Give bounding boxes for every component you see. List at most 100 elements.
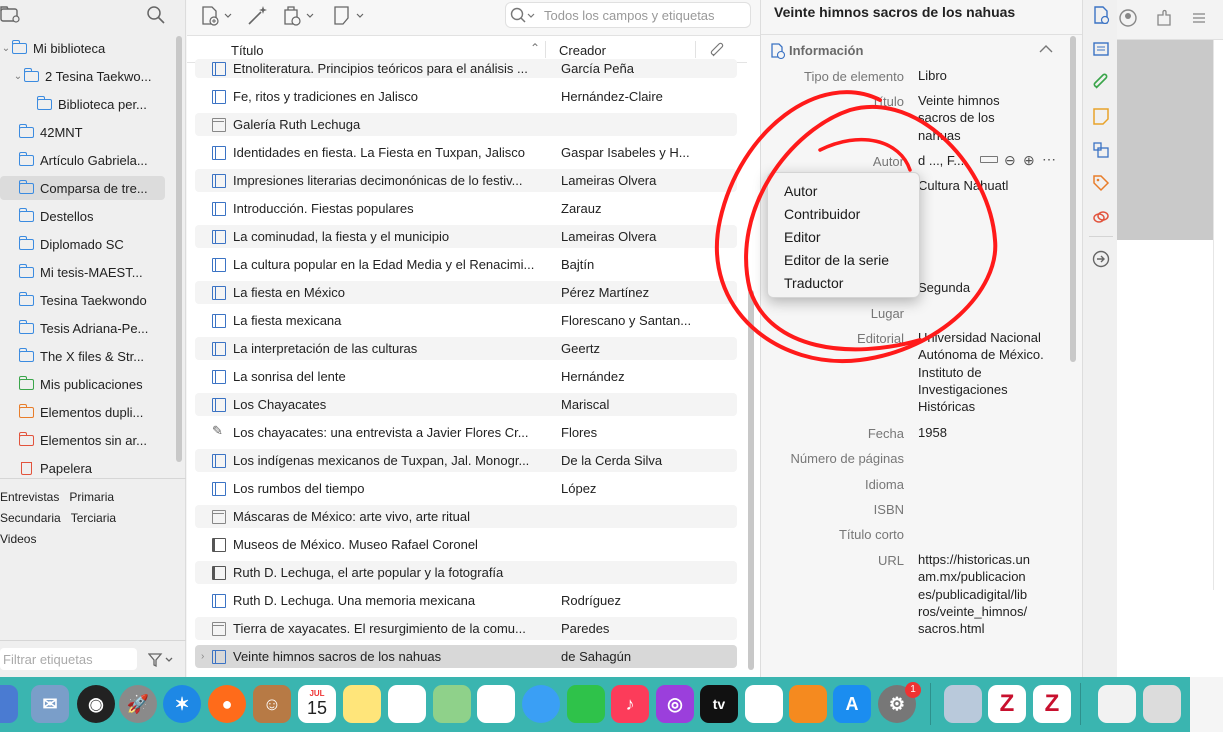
item-row[interactable]: Tierra de xayacates. El resurgimiento de…: [195, 617, 737, 640]
collection-item[interactable]: Biblioteca per...: [0, 92, 165, 116]
collection-item[interactable]: 42MNT: [0, 120, 165, 144]
collection-item[interactable]: Artículo Gabriela...: [0, 148, 165, 172]
reminders-icon[interactable]: [388, 685, 426, 723]
item-row[interactable]: Los Chayacates Mariscal: [195, 393, 737, 416]
trash-icon[interactable]: [1143, 685, 1181, 723]
item-row[interactable]: Galería Ruth Lechuga: [195, 113, 737, 136]
item-row[interactable]: Veinte himnos sacros de los nahuas de Sah…: [195, 645, 737, 668]
podcasts-icon[interactable]: ◎: [656, 685, 694, 723]
date-value[interactable]: 1958: [918, 424, 1058, 441]
filter-icon[interactable]: [148, 652, 174, 668]
item-row[interactable]: Los rumbos del tiempo López: [195, 477, 737, 500]
siri-icon[interactable]: ◉: [77, 685, 115, 723]
locate-icon[interactable]: [1092, 250, 1110, 268]
expand-chevron-icon[interactable]: ⌄: [0, 43, 12, 54]
notes-app-icon[interactable]: [343, 685, 381, 723]
add-attachment-icon[interactable]: [283, 6, 317, 26]
collection-item[interactable]: Papelera: [0, 456, 165, 480]
tag[interactable]: Terciaria: [71, 511, 116, 525]
calendar-icon[interactable]: JUL 15: [298, 685, 336, 723]
info-icon[interactable]: [1092, 6, 1110, 24]
contacts-icon[interactable]: ☺: [253, 685, 291, 723]
zotero-icon[interactable]: Z: [988, 685, 1026, 723]
menu-icon[interactable]: [1191, 11, 1207, 25]
tag[interactable]: Entrevistas: [0, 490, 59, 504]
finder-icon[interactable]: [0, 685, 18, 723]
collection-item[interactable]: Elementos sin ar...: [0, 428, 165, 452]
photos-icon[interactable]: [477, 685, 515, 723]
item-row[interactable]: Impresiones literarias decimonónicas de …: [195, 169, 737, 192]
collection-item[interactable]: Diplomado SC: [0, 232, 165, 256]
item-row[interactable]: Introducción. Fiestas populares Zarauz: [195, 197, 737, 220]
collection-item[interactable]: ⌄ Mi biblioteca: [0, 36, 165, 60]
item-row[interactable]: Fe, ritos y tradiciones en Jalisco Hernán…: [195, 85, 737, 108]
expand-chevron-icon[interactable]: ›: [201, 651, 204, 662]
column-title[interactable]: Título: [231, 43, 264, 58]
item-row[interactable]: Identidades en fiesta. La Fiesta en Tuxp…: [195, 141, 737, 164]
collection-item[interactable]: Elementos dupli...: [0, 400, 165, 424]
search-input[interactable]: Todos los campos y etiquetas: [505, 2, 751, 28]
scrollbar[interactable]: [1213, 40, 1223, 590]
tag[interactable]: Secundaria: [0, 511, 61, 525]
collection-item[interactable]: ⌄ 2 Tesina Taekwo...: [0, 64, 165, 88]
magic-wand-icon[interactable]: [247, 4, 269, 26]
search-icon[interactable]: [146, 5, 166, 25]
apple-tv-icon[interactable]: tv: [700, 685, 738, 723]
item-row[interactable]: La fiesta mexicana Florescano y Santan...: [195, 309, 737, 332]
messages-icon[interactable]: [522, 685, 560, 723]
news-icon[interactable]: [745, 685, 783, 723]
item-row[interactable]: Museos de México. Museo Rafael Coronel: [195, 533, 737, 556]
new-collection-icon[interactable]: [0, 5, 20, 23]
item-row[interactable]: Máscaras de México: arte vivo, arte ritu…: [195, 505, 737, 528]
search-icon[interactable]: [510, 7, 536, 25]
launchpad-icon[interactable]: 🚀: [119, 685, 157, 723]
scrollbar[interactable]: [176, 36, 182, 462]
app-store-icon[interactable]: A: [833, 685, 871, 723]
collection-item[interactable]: Mi tesis-MAEST...: [0, 260, 165, 284]
item-row[interactable]: Etnoliteratura. Principios teóricos para…: [195, 59, 737, 78]
section-title[interactable]: Información: [789, 43, 863, 58]
item-row[interactable]: Ruth D. Lechuga, el arte popular y la fo…: [195, 561, 737, 584]
item-row[interactable]: Los indígenas mexicanos de Tuxpan, Jal. …: [195, 449, 737, 472]
collection-item[interactable]: Mis publicaciones: [0, 372, 165, 396]
zip-file-icon[interactable]: [1098, 685, 1136, 723]
new-item-icon[interactable]: [201, 6, 235, 26]
item-row[interactable]: La fiesta en México Pérez Martínez: [195, 281, 737, 304]
facetime-icon[interactable]: [567, 685, 605, 723]
collection-item[interactable]: Destellos: [0, 204, 165, 228]
notes-icon[interactable]: [1092, 107, 1110, 125]
tag[interactable]: Primaria: [69, 490, 114, 504]
item-row[interactable]: La cultura popular en la Edad Media y el…: [195, 253, 737, 276]
preview-document-icon[interactable]: [944, 685, 982, 723]
collection-item[interactable]: Tesina Taekwondo: [0, 288, 165, 312]
tags-icon[interactable]: [1092, 174, 1110, 192]
add-creator-icon[interactable]: ⊕: [1023, 152, 1035, 169]
collapse-chevron-icon[interactable]: [1039, 44, 1053, 54]
libraries-collections-icon[interactable]: [1092, 141, 1110, 159]
attachment-column-icon[interactable]: [709, 42, 727, 58]
zotero-icon[interactable]: Z: [1033, 685, 1071, 723]
collection-item[interactable]: The X files & Str...: [0, 344, 165, 368]
abstract-icon[interactable]: [1092, 40, 1110, 58]
extensions-icon[interactable]: [1155, 9, 1173, 27]
collection-item[interactable]: Comparsa de tre...: [0, 176, 165, 200]
maps-icon[interactable]: [433, 685, 471, 723]
books-icon[interactable]: [789, 685, 827, 723]
attachments-icon[interactable]: [1092, 73, 1110, 91]
item-row[interactable]: La sonrisa del lente Hernández: [195, 365, 737, 388]
related-icon[interactable]: [1092, 208, 1110, 226]
firefox-icon[interactable]: ●: [208, 685, 246, 723]
more-options-icon[interactable]: ⋯: [1042, 151, 1056, 168]
item-row[interactable]: La cominudad, la fiesta y el municipio La…: [195, 225, 737, 248]
expand-chevron-icon[interactable]: ⌄: [12, 71, 24, 82]
column-creator[interactable]: Creador: [559, 43, 606, 58]
account-icon[interactable]: [1119, 9, 1137, 27]
background-window[interactable]: [1117, 0, 1223, 677]
collection-item[interactable]: Tesis Adriana-Pe...: [0, 316, 165, 340]
url-value[interactable]: https://historicas.unam.mx/publicaciones…: [918, 551, 1030, 637]
music-icon[interactable]: ♪: [611, 685, 649, 723]
safari-icon[interactable]: ✶: [163, 685, 201, 723]
item-row[interactable]: La interpretación de las culturas Geertz: [195, 337, 737, 360]
item-row[interactable]: Ruth D. Lechuga. Una memoria mexicana Rod…: [195, 589, 737, 612]
preview-icon[interactable]: ✉: [31, 685, 69, 723]
